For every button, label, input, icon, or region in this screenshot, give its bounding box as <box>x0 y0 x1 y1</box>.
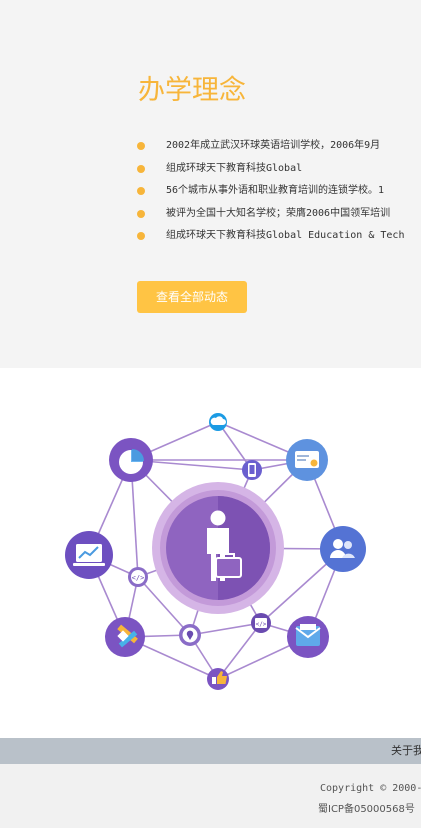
location-icon <box>179 624 201 646</box>
analytics-icon <box>65 531 113 579</box>
list-item: 组成环球天下教育科技Global Education & Tech <box>136 225 404 248</box>
list-item-text: 56个城市从事外语和职业教育培训的连锁学校。1 <box>166 185 385 196</box>
cloud-icon <box>209 413 227 431</box>
list-item-text: 组成环球天下教育科技Global Education & Tech <box>166 230 405 241</box>
bullet-dot <box>137 142 145 150</box>
bullet-dot <box>137 164 145 173</box>
mail-icon <box>287 616 329 658</box>
list-item: 56个城市从事外语和职业教育培训的连锁学校。1 <box>136 180 404 203</box>
bullet-dot <box>137 232 145 240</box>
list-item-text: 被评为全国十大知名学校；荣膺2006中国领军培训 <box>166 207 391 219</box>
list-item-text: 组成环球天下教育科技Global <box>166 162 303 174</box>
card-icon <box>286 439 328 481</box>
footer-nav: 关于我 <box>0 738 421 764</box>
icp-text: 蜀ICP备05000568号 <box>318 804 415 815</box>
footer-info: Copyright © 2000- 蜀ICP备05000568号 <box>0 764 421 828</box>
philosophy-section: 办学理念 2002年成立武汉环球英语培训学校，2006年9月 组成环球天下教育科… <box>0 0 421 368</box>
list-item: 被评为全国十大知名学校；荣膺2006中国领军培训 <box>136 203 404 226</box>
list-item: 组成环球天下教育科技Global <box>136 158 404 181</box>
bullet-dot <box>137 209 145 218</box>
philosophy-list: 2002年成立武汉环球英语培训学校，2006年9月 组成环球天下教育科技Glob… <box>136 135 404 248</box>
businessman-icon <box>152 482 284 614</box>
list-item-text: 2002年成立武汉环球英语培训学校，2006年9月 <box>166 140 381 151</box>
code-icon: </> <box>128 567 148 587</box>
bullet-dot <box>137 187 145 195</box>
list-item: 2002年成立武汉环球英语培训学校，2006年9月 <box>136 135 404 158</box>
users-icon <box>320 526 366 572</box>
view-all-button[interactable]: 查看全部动态 <box>137 281 247 313</box>
mobile-icon <box>242 460 262 480</box>
tool-icon <box>105 617 145 657</box>
pie-chart-icon <box>109 438 153 482</box>
network-illustration: </> </> <box>65 413 366 690</box>
copyright-text: Copyright © 2000- <box>320 783 421 794</box>
script-icon: </> <box>251 613 271 633</box>
footer-link-about[interactable]: 关于我 <box>391 738 421 764</box>
svg-text:</>: </> <box>132 574 145 582</box>
page-title: 办学理念 <box>138 75 246 106</box>
thumbs-up-icon <box>207 668 229 690</box>
svg-text:</>: </> <box>256 621 267 628</box>
